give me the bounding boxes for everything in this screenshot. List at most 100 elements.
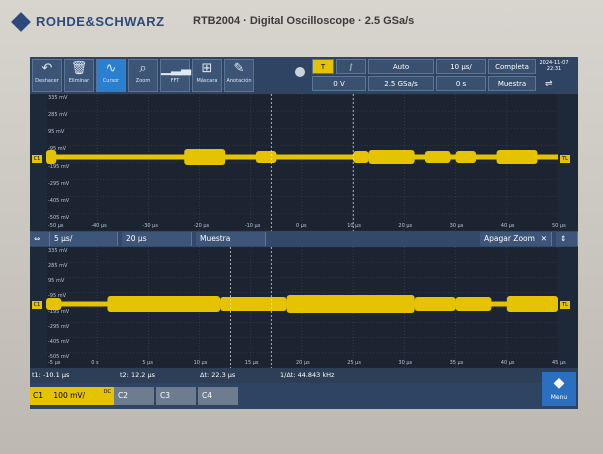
x-tick-label: 30 µs bbox=[398, 360, 413, 366]
settings-gear-icon[interactable] bbox=[295, 67, 305, 77]
trigger-icon: T bbox=[320, 63, 326, 71]
menu-diamond-icon: ◆ bbox=[553, 375, 565, 391]
brand-name: ROHDE&SCHWARZ bbox=[36, 14, 165, 29]
rising-edge-icon: ∫ bbox=[349, 63, 353, 71]
y-tick-label: -195 mV bbox=[48, 163, 70, 170]
signal-burst bbox=[506, 296, 558, 312]
channel-2-button[interactable]: C2 bbox=[114, 387, 154, 405]
cursor-t1: t1: -10.1 µs bbox=[32, 371, 70, 379]
x-tick-label: -10 µs bbox=[244, 223, 261, 229]
x-tick-label: 25 µs bbox=[347, 360, 361, 366]
wave-icon: ∿ bbox=[105, 61, 117, 76]
signal-burst bbox=[414, 297, 456, 311]
y-tick-label: 285 mV bbox=[48, 263, 68, 270]
y-tick-label: 285 mV bbox=[48, 112, 68, 119]
x-tick-label: 50 µs bbox=[552, 223, 566, 229]
y-tick-label: 335 mV bbox=[48, 95, 68, 101]
menu-button[interactable]: ◆ Menu bbox=[542, 372, 576, 406]
screen: ↶ Deshacer 🗑 Eliminar ∿ Cursor ⌕ Zoom ▁▂▃ FFT… bbox=[30, 57, 578, 409]
channel-3-button[interactable]: C3 bbox=[156, 387, 196, 405]
signal-burst bbox=[496, 150, 538, 164]
signal-trace bbox=[46, 154, 558, 160]
x-tick-label: 45 µs bbox=[552, 360, 566, 366]
trigger-level[interactable]: 0 V bbox=[312, 76, 366, 91]
acquisition-mode[interactable]: Muestra bbox=[488, 76, 536, 91]
x-tick-label: 0 s bbox=[91, 360, 99, 366]
toolbar: ↶ Deshacer 🗑 Eliminar ∿ Cursor ⌕ Zoom ▁▂▃ FFT… bbox=[30, 57, 578, 94]
x-tick-label: 40 µs bbox=[500, 223, 515, 229]
mask-icon: ⊞ bbox=[201, 61, 213, 76]
acquisition-status[interactable]: Completa bbox=[488, 59, 536, 74]
horizontal-position[interactable]: 0 s bbox=[436, 76, 486, 91]
zoom-mode: Muestra bbox=[196, 232, 266, 246]
x-tick-label: -50 µs bbox=[48, 223, 64, 229]
signal-burst bbox=[353, 151, 369, 163]
cursor-delta: Δt: 22.3 µs bbox=[200, 371, 236, 379]
y-tick-label: 95 mV bbox=[48, 129, 65, 136]
channel-1-button[interactable]: C1 100 mV/ DC bbox=[30, 387, 114, 405]
y-tick-label: -505 mV bbox=[48, 353, 70, 360]
undo-button[interactable]: ↶ Deshacer bbox=[32, 59, 62, 92]
signal-burst bbox=[368, 150, 415, 164]
channel-1-zoom-marker[interactable]: C1 bbox=[32, 301, 42, 309]
zoom-scale[interactable]: 5 µs/ bbox=[50, 232, 118, 246]
x-tick-label: 10 µs bbox=[347, 223, 361, 229]
cursor-frequency: 1/Δt: 44.843 kHz bbox=[280, 371, 335, 379]
zoom-button[interactable]: ⌕ Zoom bbox=[128, 59, 158, 92]
x-tick-label: -5 µs bbox=[48, 360, 61, 366]
cursor-button[interactable]: ∿ Cursor bbox=[96, 59, 126, 92]
x-tick-label: 10 µs bbox=[193, 360, 208, 366]
date-time: 2024-11-07 22:31 bbox=[539, 60, 569, 72]
signal-burst bbox=[107, 296, 221, 312]
y-tick-label: -295 mV bbox=[48, 323, 70, 330]
signal-burst bbox=[286, 295, 415, 313]
channel-1-marker[interactable]: C1 bbox=[32, 155, 42, 163]
annotation-button[interactable]: ✎ Anotación bbox=[224, 59, 254, 92]
undo-icon: ↶ bbox=[41, 61, 53, 76]
y-tick-label: -95 mV bbox=[48, 293, 67, 300]
brand-logo: ROHDE&SCHWARZ bbox=[11, 11, 165, 32]
signal-burst bbox=[424, 151, 451, 163]
zoom-bar: ⇔ 5 µs/ 20 µs Muestra Apagar Zoom ✕ ⇕ bbox=[30, 231, 578, 247]
trigger-level-marker[interactable]: TL bbox=[560, 155, 570, 163]
trigger-mode[interactable]: Auto bbox=[368, 59, 434, 74]
zoom-waveform-grid[interactable] bbox=[46, 247, 558, 368]
x-tick-label: -40 µs bbox=[91, 223, 107, 229]
y-tick-label: 95 mV bbox=[48, 278, 65, 285]
overview-waveform bbox=[46, 94, 558, 231]
trigger-source-button[interactable]: T bbox=[312, 59, 334, 74]
y-tick-label: -405 mV bbox=[48, 197, 70, 204]
x-tick-label: 20 µs bbox=[296, 360, 310, 366]
trash-icon: 🗑 bbox=[70, 61, 88, 76]
y-tick-label: -405 mV bbox=[48, 338, 70, 345]
delete-button[interactable]: 🗑 Eliminar bbox=[64, 59, 94, 92]
resize-zoom-icon[interactable]: ⇕ bbox=[556, 232, 578, 246]
x-tick-label: 40 µs bbox=[500, 360, 515, 366]
overview-waveform-grid[interactable] bbox=[46, 94, 558, 231]
x-tick-label: 20 µs bbox=[398, 223, 413, 229]
close-icon: ✕ bbox=[540, 234, 547, 243]
fft-icon: ▁▂▃ bbox=[161, 61, 191, 76]
fft-button[interactable]: ▁▂▃ FFT bbox=[160, 59, 191, 92]
timebase[interactable]: 10 µs/ bbox=[436, 59, 486, 74]
scroll-left-icon[interactable]: ⇔ bbox=[30, 232, 50, 246]
cursor-t2: t2: 12.2 µs bbox=[120, 371, 156, 379]
channel-1-coupling: DC bbox=[103, 389, 111, 395]
x-tick-label: -20 µs bbox=[193, 223, 210, 229]
mask-button[interactable]: ⊞ Máscara bbox=[192, 59, 222, 92]
signal-burst bbox=[184, 149, 226, 165]
zoom-off-button[interactable]: Apagar Zoom ✕ bbox=[480, 232, 552, 246]
x-tick-label: 30 µs bbox=[449, 223, 464, 229]
channel-bar: C1 100 mV/ DC C2 C3 C4 bbox=[30, 383, 578, 409]
x-tick-label: 5 µs bbox=[142, 360, 153, 366]
trigger-level-zoom-marker[interactable]: TL bbox=[560, 301, 570, 309]
zoom-icon: ⌕ bbox=[139, 61, 147, 76]
cursor-readout-bar: t1: -10.1 µs t2: 12.2 µs Δt: 22.3 µs 1/Δ… bbox=[30, 368, 578, 383]
sample-rate: 2.5 GSa/s bbox=[368, 76, 434, 91]
signal-burst bbox=[455, 151, 477, 163]
zoom-position[interactable]: 20 µs bbox=[122, 232, 192, 246]
channel-4-button[interactable]: C4 bbox=[198, 387, 238, 405]
trigger-slope-button[interactable]: ∫ bbox=[336, 59, 366, 74]
x-tick-label: -30 µs bbox=[142, 223, 158, 229]
signal-burst bbox=[455, 297, 492, 311]
